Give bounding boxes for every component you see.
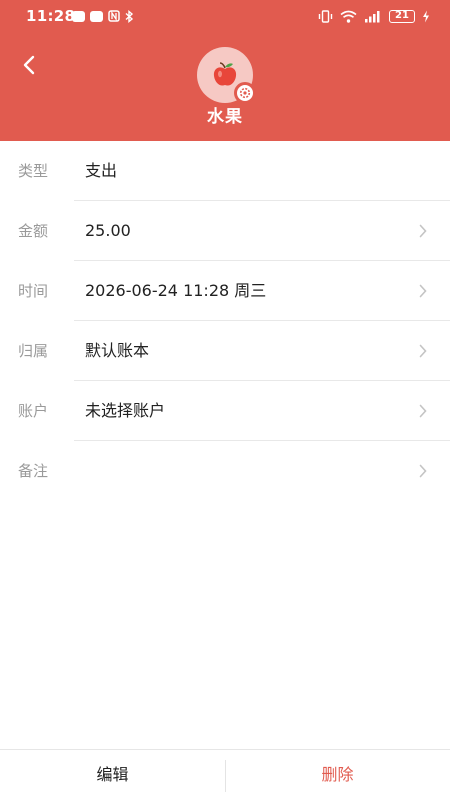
row-label: 类型 — [18, 162, 49, 180]
signal-icon — [365, 10, 380, 22]
wifi-icon — [340, 10, 357, 23]
row-value: 2026-06-24 11:28 周三 — [85, 281, 267, 300]
edit-button[interactable]: 编辑 — [0, 750, 225, 800]
category-avatar[interactable] — [197, 47, 256, 104]
row-label: 备注 — [18, 462, 49, 480]
row-label: 归属 — [18, 342, 49, 360]
back-button[interactable] — [18, 52, 42, 78]
row-time[interactable]: 时间 2026-06-24 11:28 周三 — [0, 261, 450, 321]
status-system-icons: 21 — [318, 8, 430, 24]
row-value: 25.00 — [85, 221, 131, 240]
category-settings-badge[interactable] — [234, 82, 256, 104]
nfc-icon — [108, 10, 120, 22]
detail-list: 类型 支出 金额 25.00 时间 2026-06-24 11:28 周三 归属… — [0, 141, 450, 501]
apple-icon — [213, 62, 237, 86]
row-value: 默认账本 — [85, 341, 150, 360]
status-time: 11:28 — [26, 7, 76, 25]
row-type[interactable]: 类型 支出 — [0, 141, 450, 201]
row-label: 账户 — [18, 402, 49, 420]
chevron-right-icon — [419, 224, 427, 238]
bluetooth-icon — [125, 9, 134, 23]
notification-badge-icon — [90, 10, 103, 22]
chevron-right-icon — [419, 344, 427, 358]
delete-button[interactable]: 删除 — [225, 750, 450, 800]
chevron-right-icon — [419, 404, 427, 418]
header: 11:28 21 水果 — [0, 0, 450, 141]
row-value: 支出 — [85, 161, 118, 180]
notification-badge-icon — [72, 10, 85, 22]
row-value: 未选择账户 — [85, 401, 166, 420]
charging-icon — [423, 10, 429, 22]
row-account[interactable]: 账户 未选择账户 — [0, 381, 450, 441]
chevron-left-icon — [23, 55, 35, 75]
status-notification-icons — [72, 9, 134, 23]
vibrate-icon — [318, 9, 333, 23]
bottom-action-bar: 编辑 删除 — [0, 749, 450, 800]
chevron-right-icon — [419, 464, 427, 478]
battery-icon: 21 — [389, 9, 415, 23]
status-bar: 11:28 21 — [0, 0, 450, 34]
gear-icon — [239, 87, 251, 99]
category-name: 水果 — [207, 107, 243, 127]
row-note[interactable]: 备注 — [0, 441, 450, 501]
row-amount[interactable]: 金额 25.00 — [0, 201, 450, 261]
row-ledger[interactable]: 归属 默认账本 — [0, 321, 450, 381]
chevron-right-icon — [419, 284, 427, 298]
row-label: 金额 — [18, 222, 49, 240]
row-label: 时间 — [18, 282, 49, 300]
